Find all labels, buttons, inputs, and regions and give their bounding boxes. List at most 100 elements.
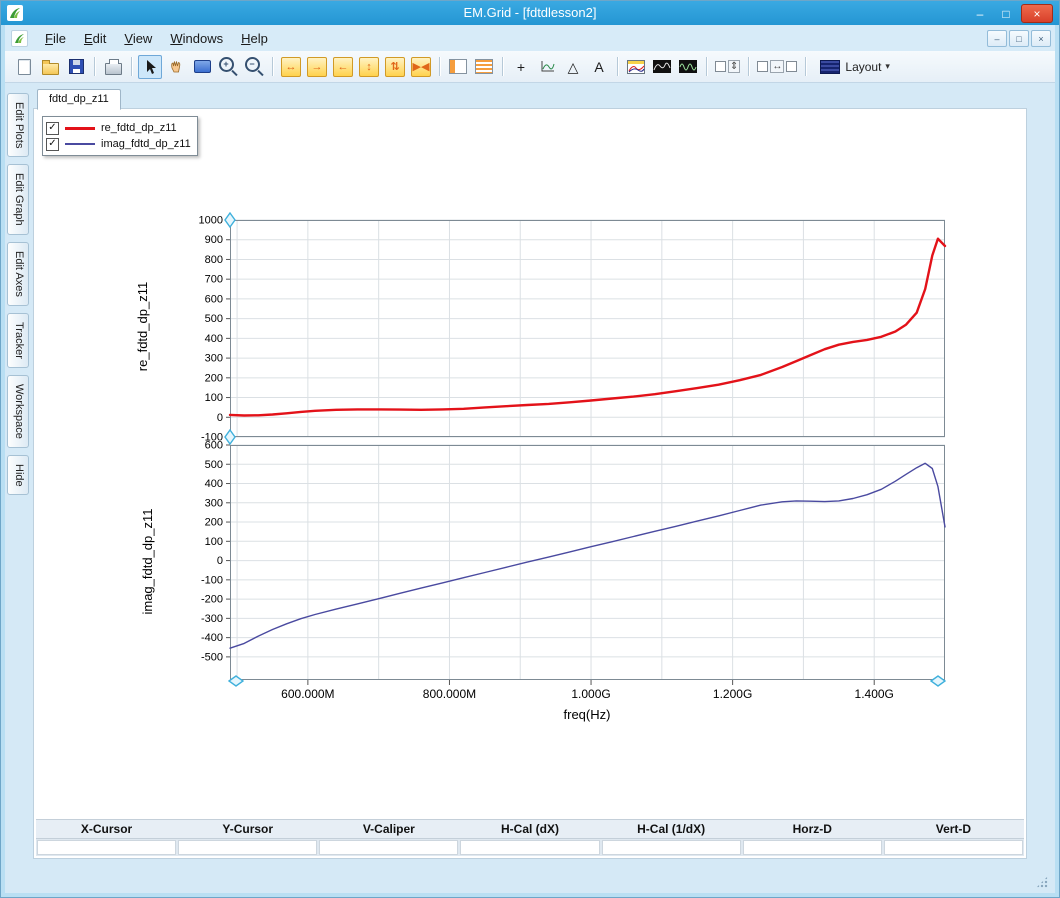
- legend-checkbox-re[interactable]: ✓: [46, 122, 59, 135]
- svg-text:-100: -100: [201, 574, 223, 586]
- scale-h-fit-button[interactable]: ↔: [279, 55, 303, 79]
- status-column-value[interactable]: [37, 840, 176, 855]
- fit-plot-horizontal-button[interactable]: ↔: [755, 55, 799, 79]
- status-column-value[interactable]: [743, 840, 882, 855]
- axis-handle-top-left[interactable]: [224, 212, 236, 228]
- open-file-button[interactable]: [38, 55, 62, 79]
- new-document-button[interactable]: [12, 55, 36, 79]
- axis-handle-mid-left[interactable]: [224, 429, 236, 445]
- toolbar-separator: [706, 57, 707, 76]
- select-tool-button[interactable]: [138, 55, 162, 79]
- pan-tool-button[interactable]: [164, 55, 188, 79]
- mdi-minimize-button[interactable]: –: [987, 30, 1007, 47]
- sidebar-tab-edit-axes[interactable]: Edit Axes: [7, 242, 29, 306]
- toolbar-separator: [502, 57, 503, 76]
- split-horizontal-button[interactable]: [472, 55, 496, 79]
- toolbar-separator: [272, 57, 273, 76]
- tracker-status-bar: X-CursorY-CursorV-CaliperH-Cal (dX)H-Cal…: [36, 819, 1024, 856]
- sidebar-tab-workspace[interactable]: Workspace: [7, 375, 29, 448]
- legend-line-sample-imag: [65, 143, 95, 145]
- toolbar: +−↔→←↕⇅▶◀+△A⇕↔Layout▾: [5, 51, 1055, 83]
- add-text-button[interactable]: A: [587, 55, 611, 79]
- autoscale-button[interactable]: ▶◀: [409, 55, 433, 79]
- zoom-in-button[interactable]: +: [216, 55, 240, 79]
- status-column-header: H-Cal (dX): [459, 820, 600, 838]
- status-column-value[interactable]: [178, 840, 317, 855]
- spectrum-view-button[interactable]: [676, 55, 700, 79]
- svg-text:400: 400: [205, 478, 223, 490]
- legend-checkbox-imag[interactable]: ✓: [46, 138, 59, 151]
- status-column-value[interactable]: [460, 840, 599, 855]
- plot-document-tab[interactable]: fdtd_dp_z11: [37, 89, 121, 110]
- layout-menu-button[interactable]: Layout▾: [812, 55, 898, 79]
- axis-handle-bottom-right[interactable]: [930, 675, 946, 687]
- status-column-header: Y-Cursor: [177, 820, 318, 838]
- legend-row-imag: ✓ imag_fdtd_dp_z11: [46, 136, 191, 152]
- client-area: Edit Plots Edit Graph Edit Axes Tracker …: [5, 83, 1055, 893]
- close-button[interactable]: ×: [1021, 4, 1053, 23]
- plot-properties-button[interactable]: [624, 55, 648, 79]
- zoom-out-button[interactable]: −: [242, 55, 266, 79]
- minimize-button[interactable]: –: [969, 5, 991, 22]
- y-axis-label-imag: imag_fdtd_dp_z11: [140, 453, 155, 670]
- svg-text:600: 600: [205, 440, 223, 452]
- legend-box: ✓ re_fdtd_dp_z11 ✓ imag_fdtd_dp_z11: [42, 116, 198, 156]
- status-column-value[interactable]: [884, 840, 1023, 855]
- svg-text:-400: -400: [201, 632, 223, 644]
- waveform-view-button[interactable]: [650, 55, 674, 79]
- sidebar-tab-edit-graph[interactable]: Edit Graph: [7, 164, 29, 235]
- scroll-left-button[interactable]: ←: [331, 55, 355, 79]
- menu-view[interactable]: View: [115, 28, 161, 49]
- print-button[interactable]: [101, 55, 125, 79]
- maximize-button[interactable]: □: [995, 5, 1017, 22]
- menu-edit[interactable]: Edit: [75, 28, 115, 49]
- svg-text:400: 400: [205, 333, 223, 345]
- status-column-value[interactable]: [319, 840, 458, 855]
- add-marker-button[interactable]: +: [509, 55, 533, 79]
- split-vertical-button[interactable]: [446, 55, 470, 79]
- svg-text:800: 800: [205, 254, 223, 266]
- save-file-button[interactable]: [64, 55, 88, 79]
- svg-text:600.000M: 600.000M: [281, 687, 334, 701]
- svg-text:200: 200: [205, 517, 223, 529]
- mdi-close-button[interactable]: ×: [1031, 30, 1051, 47]
- menu-windows[interactable]: Windows: [161, 28, 232, 49]
- chevron-down-icon: ▾: [885, 61, 890, 72]
- status-column-header: V-Caliper: [318, 820, 459, 838]
- status-column-header: X-Cursor: [36, 820, 177, 838]
- toolbar-separator: [94, 57, 95, 76]
- toolbar-separator: [805, 57, 806, 76]
- legend-label-re: re_fdtd_dp_z11: [101, 122, 177, 134]
- sidebar-tab-edit-plots[interactable]: Edit Plots: [7, 93, 29, 157]
- resize-grip[interactable]: [1036, 876, 1048, 888]
- title-bar[interactable]: EM.Grid - [fdtdlesson2] – □ ×: [1, 1, 1059, 25]
- svg-text:200: 200: [205, 372, 223, 384]
- scale-v-scroll-button[interactable]: ⇅: [383, 55, 407, 79]
- status-headers: X-CursorY-CursorV-CaliperH-Cal (dX)H-Cal…: [36, 819, 1024, 839]
- svg-text:500: 500: [205, 313, 223, 325]
- delta-measure-button[interactable]: △: [561, 55, 585, 79]
- sidebar-tab-tracker[interactable]: Tracker: [7, 313, 29, 368]
- add-axes-button[interactable]: [535, 55, 559, 79]
- zoom-window-button[interactable]: [190, 55, 214, 79]
- app-window: EM.Grid - [fdtdlesson2] – □ × File Edit …: [0, 0, 1060, 898]
- x-axis-label: freq(Hz): [487, 707, 687, 722]
- legend-row-re: ✓ re_fdtd_dp_z11: [46, 120, 191, 136]
- menu-help[interactable]: Help: [232, 28, 277, 49]
- menu-file[interactable]: File: [36, 28, 75, 49]
- scale-v-fit-button[interactable]: ↕: [357, 55, 381, 79]
- svg-text:300: 300: [205, 353, 223, 365]
- svg-text:1.000G: 1.000G: [571, 687, 610, 701]
- sidebar-tab-hide[interactable]: Hide: [7, 455, 29, 496]
- axis-handle-bottom-left[interactable]: [228, 675, 244, 687]
- re-plot-canvas[interactable]: -10001002003004005006007008009001000: [230, 220, 945, 437]
- mdi-restore-button[interactable]: □: [1009, 30, 1029, 47]
- svg-text:100: 100: [205, 392, 223, 404]
- svg-text:-500: -500: [201, 651, 223, 663]
- scroll-right-button[interactable]: →: [305, 55, 329, 79]
- fit-plot-vertical-button[interactable]: ⇕: [713, 55, 742, 79]
- svg-text:0: 0: [217, 555, 223, 567]
- status-column-header: H-Cal (1/dX): [601, 820, 742, 838]
- status-column-value[interactable]: [602, 840, 741, 855]
- imag-plot-canvas[interactable]: -500-400-300-200-10001002003004005006006…: [230, 445, 945, 680]
